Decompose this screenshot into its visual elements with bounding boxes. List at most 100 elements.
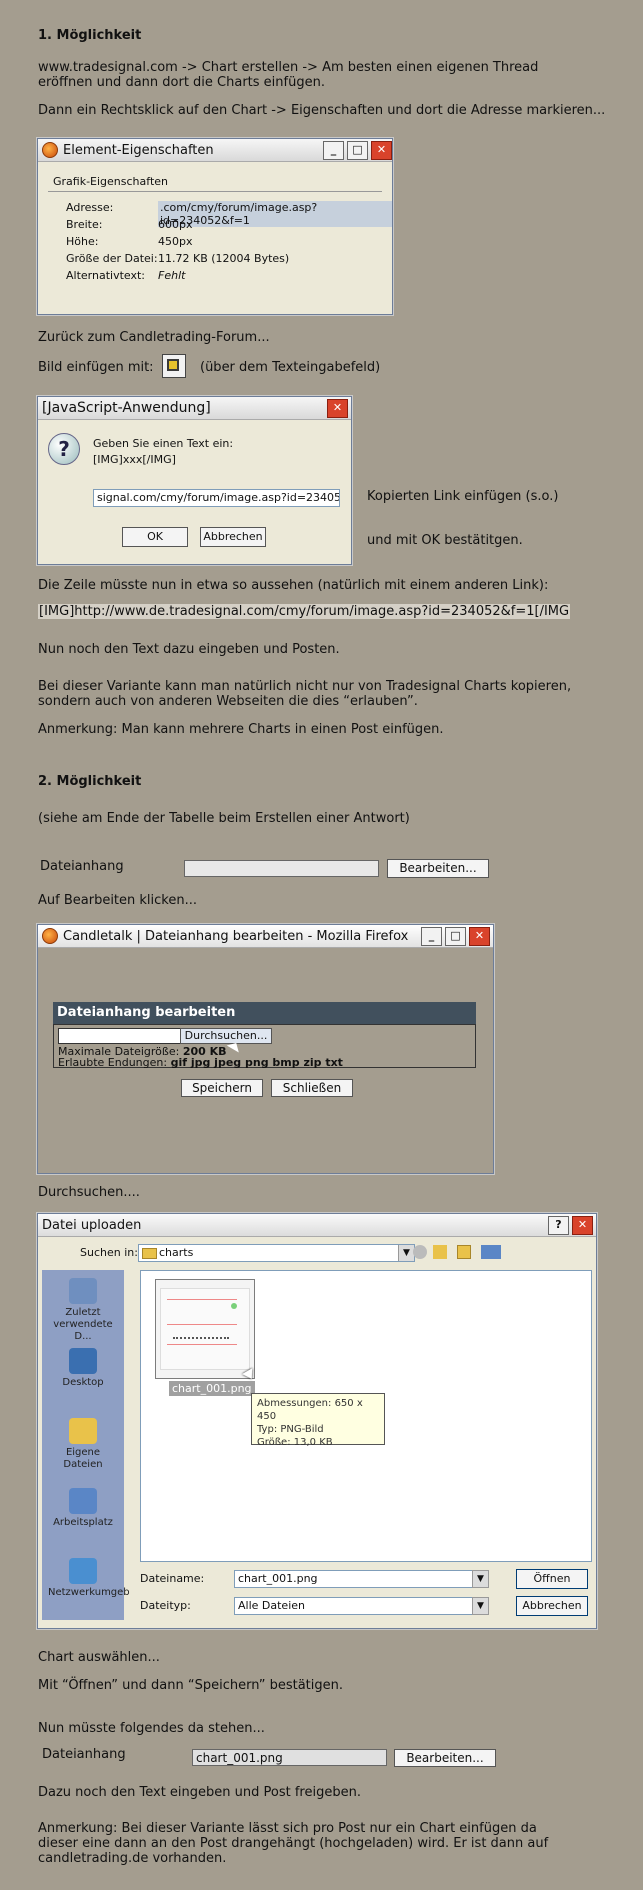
help-icon[interactable]: ? [548,1215,569,1235]
chevron-down-icon[interactable]: ▼ [472,1597,489,1615]
tooltip-dimensions: Abmessungen: 650 x 450 [257,1398,363,1422]
attachment-editor-content: Dateianhang bearbeiten Durchsuchen... Ma… [38,948,493,1173]
upload-title: Datei uploaden [42,1217,142,1233]
filetype-select[interactable]: Alle Dateien [234,1597,474,1615]
js-prompt-message: Geben Sie einen Text ein: [93,437,234,450]
places-item-label: Desktop [62,1377,104,1388]
property-value: 11.72 KB (12004 Bytes) [158,252,290,265]
firefox-icon [42,928,58,944]
browse-note: Durchsuchen.... [38,1185,140,1200]
section2-heading: 2. Möglichkeit [38,774,142,789]
file-thumbnail[interactable] [155,1279,255,1379]
close-icon[interactable]: ✕ [327,398,348,418]
close-icon[interactable]: ✕ [572,1215,593,1235]
filename-label: Dateiname: [140,1572,205,1585]
back-to-forum-text: Zurück zum Candletrading-Forum... [38,330,270,345]
edit-attachment-button-2[interactable]: Bearbeiten... [394,1749,496,1767]
attachment-label-2: Dateianhang [42,1747,126,1762]
places-bar: Zuletzt verwendete D... Desktop Eigene Dat… [42,1270,130,1620]
panel-body: Durchsuchen... Maximale Dateigröße: 200 … [53,1024,476,1069]
folder-up-icon[interactable] [433,1245,447,1259]
confirm-ok-note: und mit OK bestätitgen. [367,533,523,548]
cancel-button[interactable]: Abbrechen [200,527,266,547]
attachment-field-2[interactable]: chart_001.png [192,1749,387,1766]
extensions-label: Erlaubte Endungen: [58,1056,168,1069]
insert-image-hint: (über dem Texteingabefeld) [200,360,381,375]
property-value: Fehlt [158,269,186,282]
places-item-label: Zuletzt verwendete D... [53,1307,113,1342]
attachment-label: Dateianhang [40,859,124,874]
property-value: 450px [158,235,193,248]
confirm-open-save-note: Mit “Öffnen” und dann “Speichern” bestät… [38,1678,344,1693]
section2-intro: (siehe am Ende der Tabelle beim Erstelle… [38,811,410,826]
file-path-input[interactable] [58,1028,181,1044]
properties-group-label: Grafik-Eigenschaften [53,175,169,188]
publish-note: Dazu noch den Text eingeben und Post fre… [38,1785,361,1800]
places-item[interactable]: Desktop [48,1348,118,1389]
browse-button[interactable]: Durchsuchen... [180,1028,272,1044]
result-line-intro: Die Zeile müsste nun in etwa so aussehen… [38,578,549,593]
open-button[interactable]: Öffnen [516,1569,588,1589]
places-item[interactable]: Zuletzt verwendete D... [48,1278,118,1343]
js-prompt-title: [JavaScript-Anwendung] [42,400,211,416]
edit-attachment-button[interactable]: Bearbeiten... [387,859,489,878]
property-value: 600px [158,218,193,231]
tooltip-size: Größe: 13,0 KB [257,1437,333,1448]
back-icon[interactable] [413,1245,427,1259]
minimize-icon[interactable]: _ [421,926,442,946]
save-button[interactable]: Speichern [181,1079,263,1097]
extensions-value: gif jpg jpeg png bmp zip txt [170,1056,343,1069]
look-in-select[interactable]: charts ▼ [138,1244,415,1262]
properties-titlebar: Element-Eigenschaften _ □ ✕ [38,139,392,162]
extensions-row: Erlaubte Endungen: gif jpg jpeg png bmp … [58,1056,343,1069]
address-value[interactable]: .com/cmy/forum/image.asp?id=234052&f=1 [158,201,392,227]
property-label: Alternativtext: [66,269,145,282]
filetype-label: Dateityp: [140,1599,191,1612]
places-item-label: Eigene Dateien [63,1447,103,1470]
attachment-field[interactable] [184,860,379,877]
js-prompt-template: [IMG]xxx[/IMG] [93,453,176,466]
close-icon[interactable]: ✕ [469,926,490,946]
view-menu-icon[interactable] [481,1245,501,1259]
cancel-button[interactable]: Abbrechen [516,1596,588,1616]
firefox-icon [42,142,58,158]
my-documents-icon [69,1418,97,1444]
panel-title: Dateianhang bearbeiten [53,1002,476,1024]
places-item[interactable]: Arbeitsplatz [48,1488,118,1529]
multiple-charts-note: Anmerkung: Man kann mehrere Charts in ei… [38,722,444,737]
places-item[interactable]: Eigene Dateien [48,1418,118,1471]
upload-dialog: Datei uploaden ? ✕ Suchen in: charts ▼ Z… [37,1213,597,1629]
close-button[interactable]: Schließen [271,1079,353,1097]
chevron-down-icon[interactable]: ▼ [398,1245,414,1261]
property-label: Größe der Datei: [66,252,158,265]
close-icon[interactable]: ✕ [371,140,392,160]
file-name-label[interactable]: chart_001.png [169,1381,255,1396]
maximize-icon[interactable]: □ [347,140,368,160]
tooltip-type: Typ: PNG-Bild [257,1424,324,1435]
img-tag-example: [IMG]http://www.de.tradesignal.com/cmy/f… [38,604,571,619]
places-item-label: Netzwerkumgeb [48,1587,130,1598]
click-edit-note: Auf Bearbeiten klicken... [38,893,197,908]
select-chart-note: Chart auswählen... [38,1650,160,1665]
filename-input[interactable]: chart_001.png [234,1570,474,1588]
attachment-editor-window: Candletalk | Dateianhang bearbeiten - Mo… [37,924,494,1174]
ok-button[interactable]: OK [122,527,188,547]
enter-text-note: Nun noch den Text dazu eingeben und Post… [38,642,340,657]
property-label: Höhe: [66,235,99,248]
new-folder-icon[interactable] [457,1245,471,1259]
file-list: chart_001.png Abmessungen: 650 x 450 Typ… [140,1270,592,1562]
recent-icon [69,1278,97,1304]
maximize-icon[interactable]: □ [445,926,466,946]
insert-image-button[interactable] [162,354,186,378]
places-item[interactable]: Netzwerkumgeb [48,1558,130,1599]
single-chart-note: Anmerkung: Bei dieser Variante lässt sic… [38,1821,549,1866]
js-prompt-input[interactable]: signal.com/cmy/forum/image.asp?id=234052… [93,489,340,507]
variant-note: Bei dieser Variante kann man natürlich n… [38,679,572,709]
properties-window: Element-Eigenschaften _ □ ✕ Grafik-Eigen… [37,138,393,315]
section1-instruction: Dann ein Rechtsklick auf den Chart -> Ei… [38,103,606,118]
file-tooltip: Abmessungen: 650 x 450 Typ: PNG-Bild Grö… [251,1393,385,1448]
js-prompt-dialog: [JavaScript-Anwendung] ✕ ? Geben Sie ein… [37,396,352,565]
minimize-icon[interactable]: _ [323,140,344,160]
attachment-editor-title: Candletalk | Dateianhang bearbeiten - Mo… [63,928,409,944]
chevron-down-icon[interactable]: ▼ [472,1570,489,1588]
